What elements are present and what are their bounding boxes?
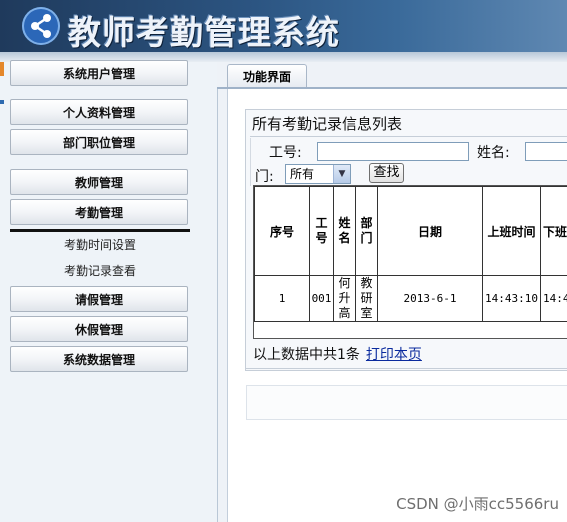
tab-function-view[interactable]: 功能界面 <box>227 64 307 88</box>
dept-label: 门: <box>255 169 274 185</box>
sidebar-item-vacation[interactable]: 休假管理 <box>10 316 188 342</box>
sidebar-edge-marker <box>0 62 4 76</box>
col-header-name: 姓名 <box>333 186 356 276</box>
table-footer: 以上数据中共1条 打印本页 <box>253 344 422 364</box>
name-input[interactable] <box>525 142 567 161</box>
records-table-wrapper: 序号 工号 姓名 部门 日期 上班时间 下班 1 001 何升高 教研室 201… <box>253 185 567 339</box>
panel-title-divider <box>250 136 567 137</box>
dept-select[interactable]: 所有 ▼ <box>285 164 351 184</box>
emp-no-input[interactable] <box>317 142 469 161</box>
app-header: 教师考勤管理系统 <box>0 0 567 52</box>
submenu-attendance-time-settings[interactable]: 考勤时间设置 <box>10 236 190 254</box>
col-header-clock-in: 上班时间 <box>482 186 541 276</box>
cell-date: 2013-6-1 <box>377 275 483 322</box>
cell-emp-no: 001 <box>309 275 334 322</box>
submenu-divider <box>10 229 190 232</box>
app-title: 教师考勤管理系统 <box>68 13 340 52</box>
name-label: 姓名: <box>477 145 510 161</box>
sidebar-item-system-data[interactable]: 系统数据管理 <box>10 346 188 372</box>
emp-no-label: 工号: <box>269 145 302 161</box>
submenu-attendance-records[interactable]: 考勤记录查看 <box>10 262 190 280</box>
cell-clock-in: 14:43:10 <box>482 275 541 322</box>
find-button[interactable]: 查找 <box>369 163 404 183</box>
horizontal-scroll-area[interactable] <box>246 385 567 420</box>
col-header-clock-out: 下班 <box>540 186 567 276</box>
sidebar-item-department[interactable]: 部门职位管理 <box>10 129 188 155</box>
col-header-date: 日期 <box>377 186 483 276</box>
sidebar-item-teachers[interactable]: 教师管理 <box>10 169 188 195</box>
col-header-dept: 部门 <box>355 186 378 276</box>
share-logo-icon <box>22 7 60 45</box>
sidebar-item-profile[interactable]: 个人资料管理 <box>10 99 188 125</box>
col-header-emp-no: 工号 <box>309 186 334 276</box>
record-count-summary: 以上数据中共1条 <box>253 347 360 363</box>
cell-index: 1 <box>254 275 310 322</box>
records-table: 序号 工号 姓名 部门 日期 上班时间 下班 1 001 何升高 教研室 201… <box>254 186 567 322</box>
dept-select-value: 所有 <box>290 167 315 181</box>
cell-dept: 教研室 <box>355 275 378 322</box>
table-header-row: 序号 工号 姓名 部门 日期 上班时间 下班 <box>254 186 567 276</box>
chevron-down-icon[interactable]: ▼ <box>333 165 350 183</box>
sidebar-item-system-users[interactable]: 系统用户管理 <box>10 60 188 86</box>
col-header-index: 序号 <box>254 186 310 276</box>
print-page-link[interactable]: 打印本页 <box>366 347 422 363</box>
cell-clock-out: 14:4 <box>540 275 567 322</box>
table-row: 1 001 何升高 教研室 2013-6-1 14:43:10 14:4 <box>254 275 567 322</box>
cell-name: 何升高 <box>333 275 356 322</box>
panel-title: 所有考勤记录信息列表 <box>252 115 403 133</box>
sidebar-edge-marker-small <box>0 100 4 104</box>
footer-divider <box>246 368 567 369</box>
watermark-text: CSDN @小雨cc5566ru <box>396 495 559 513</box>
sidebar-item-attendance[interactable]: 考勤管理 <box>10 199 188 225</box>
sidebar-item-leave[interactable]: 请假管理 <box>10 286 188 312</box>
